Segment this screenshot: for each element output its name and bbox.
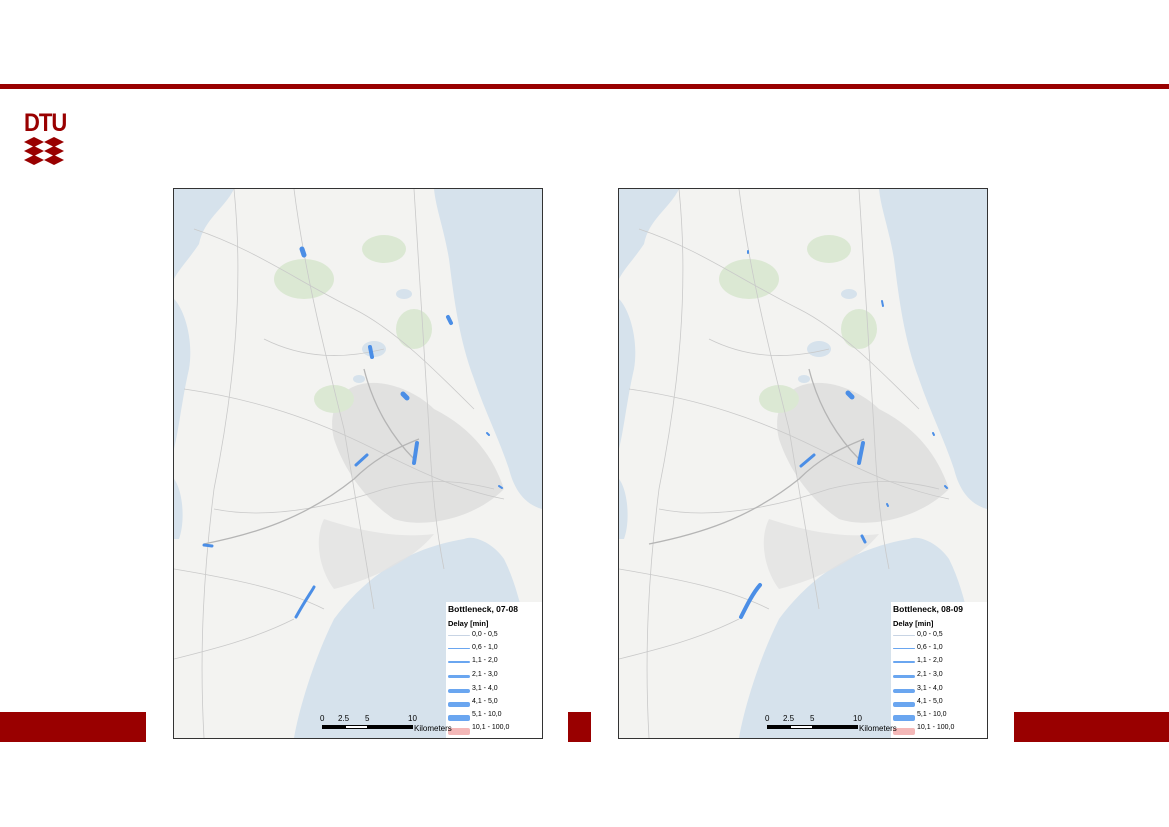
legend-label: 10,1 - 100,0 [472, 724, 510, 731]
footer-band-middle [568, 712, 591, 742]
logo-emblem [24, 137, 64, 165]
legend-label: 4,1 - 5,0 [472, 698, 498, 705]
map-panel-left[interactable]: Bottleneck, 07-08 Delay [min] 0,0 - 0,5 … [173, 188, 543, 739]
legend-swatch [448, 689, 470, 693]
legend-label: 5,1 - 10,0 [472, 711, 502, 718]
legend-label: 3,1 - 4,0 [472, 685, 498, 692]
legend-right: Bottleneck, 08-09 Delay [min] 0,0 - 0,5 … [891, 602, 987, 738]
legend-title: Bottleneck, 07-08 [448, 604, 518, 614]
legend-item: 10,1 - 100,0 [893, 723, 987, 735]
legend-swatch [893, 661, 915, 663]
legend-swatch [448, 702, 470, 707]
legend-label: 0,0 - 0,5 [472, 631, 498, 638]
legend-item: 3,1 - 4,0 [448, 684, 542, 696]
legend-item: 5,1 - 10,0 [893, 710, 987, 722]
legend-item: 4,1 - 5,0 [448, 697, 542, 709]
legend-item: 0,6 - 1,0 [448, 643, 542, 655]
legend-item: 2,1 - 3,0 [448, 670, 542, 682]
footer-band-right [1014, 712, 1169, 742]
scale-tick: 5 [365, 714, 370, 723]
legend-item: 1,1 - 2,0 [893, 656, 987, 668]
legend-item: 5,1 - 10,0 [448, 710, 542, 722]
scale-unit: Kilometers [859, 724, 897, 733]
legend-swatch [893, 648, 915, 649]
legend-item: 2,1 - 3,0 [893, 670, 987, 682]
legend-swatch [893, 689, 915, 693]
legend-swatch [448, 661, 470, 663]
scale-tick: 10 [408, 714, 417, 723]
footer-band-left [0, 712, 146, 742]
legend-label: 0,0 - 0,5 [917, 631, 943, 638]
scale-bar-right: 0 2.5 5 10 Kilometers [764, 714, 904, 734]
legend-label: 0,6 - 1,0 [917, 644, 943, 651]
legend-title: Bottleneck, 08-09 [893, 604, 963, 614]
scale-tick: 0 [765, 714, 770, 723]
legend-label: 5,1 - 10,0 [917, 711, 947, 718]
legend-label: 2,1 - 3,0 [917, 671, 943, 678]
legend-label: 3,1 - 4,0 [917, 685, 943, 692]
legend-swatch [893, 702, 915, 707]
scale-segment [790, 725, 813, 729]
legend-swatch [448, 675, 470, 678]
scale-unit: Kilometers [414, 724, 452, 733]
legend-label: 1,1 - 2,0 [472, 657, 498, 664]
legend-item: 0,6 - 1,0 [893, 643, 987, 655]
legend-item: 0,0 - 0,5 [448, 630, 542, 642]
legend-subtitle: Delay [min] [893, 619, 934, 628]
legend-label: 0,6 - 1,0 [472, 644, 498, 651]
scale-tick: 5 [810, 714, 815, 723]
legend-left: Bottleneck, 07-08 Delay [min] 0,0 - 0,5 … [446, 602, 542, 738]
scale-tick: 2.5 [783, 714, 795, 723]
legend-item: 4,1 - 5,0 [893, 697, 987, 709]
legend-swatch [893, 635, 915, 636]
legend-label: 4,1 - 5,0 [917, 698, 943, 705]
scale-segment [345, 725, 368, 729]
scale-tick: 2.5 [338, 714, 350, 723]
scale-tick: 0 [320, 714, 325, 723]
scale-bar-left: 0 2.5 5 10 Kilometers [319, 714, 459, 734]
legend-item: 1,1 - 2,0 [448, 656, 542, 668]
scale-segment [322, 725, 345, 729]
legend-item: 10,1 - 100,0 [448, 723, 542, 735]
legend-label: 1,1 - 2,0 [917, 657, 943, 664]
legend-subtitle: Delay [min] [448, 619, 489, 628]
legend-swatch [448, 635, 470, 636]
legend-item: 0,0 - 0,5 [893, 630, 987, 642]
legend-swatch [893, 675, 915, 678]
legend-label: 2,1 - 3,0 [472, 671, 498, 678]
legend-item: 3,1 - 4,0 [893, 684, 987, 696]
dtu-logo: DTU [22, 108, 68, 168]
scale-segment [368, 725, 413, 729]
header-rule [0, 84, 1169, 89]
scale-segment [767, 725, 790, 729]
scale-tick: 10 [853, 714, 862, 723]
legend-label: 10,1 - 100,0 [917, 724, 955, 731]
legend-swatch [448, 648, 470, 649]
map-panel-right[interactable]: Bottleneck, 08-09 Delay [min] 0,0 - 0,5 … [618, 188, 988, 739]
scale-segment [813, 725, 858, 729]
